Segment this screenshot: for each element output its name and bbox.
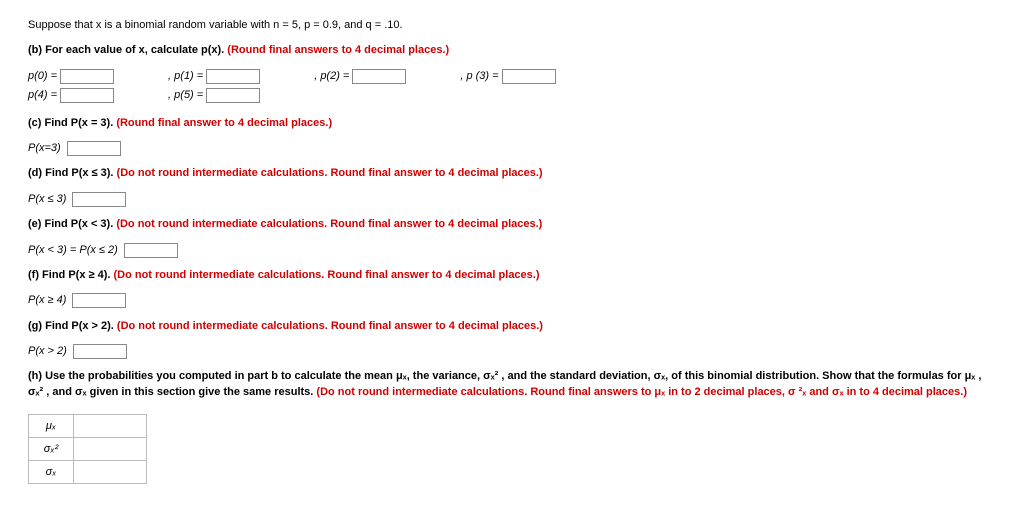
input-c[interactable] [67,141,121,156]
part-d-prompt: (d) Find P(x ≤ 3). (Do not round interme… [28,166,996,181]
table-row: σₓ² [29,438,147,461]
label-var: σₓ² [29,438,74,461]
label-f: P(x ≥ 4) [28,293,66,308]
part-g-rule: (Do not round intermediate calculations.… [117,320,543,332]
part-f-rule: (Do not round intermediate calculations.… [113,269,539,281]
label-p5: , p(5) = [168,88,203,103]
part-g-text: (g) Find P(x > 2). [28,320,117,332]
part-h-rule: (Do not round intermediate calculations.… [316,386,967,398]
part-d-rule: (Do not round intermediate calculations.… [117,167,543,179]
input-e[interactable] [124,243,178,258]
part-h-prompt: (h) Use the probabilities you computed i… [28,369,996,400]
part-f-text: (f) Find P(x ≥ 4). [28,269,113,281]
part-f-prompt: (f) Find P(x ≥ 4). (Do not round interme… [28,268,996,283]
label-p0: p(0) = [28,69,57,84]
part-e-prompt: (e) Find P(x < 3). (Do not round interme… [28,217,996,232]
label-p2: , p(2) = [314,69,349,84]
label-g: P(x > 2) [28,344,67,359]
input-p3[interactable] [502,69,556,84]
input-p5[interactable] [206,88,260,103]
label-p3: , p (3) = [460,69,498,84]
part-e-text: (e) Find P(x < 3). [28,218,116,230]
input-mu-cell[interactable] [74,415,147,438]
part-d-answer: P(x ≤ 3) [28,192,996,207]
part-b-row1: p(0) = , p(1) = , p(2) = , p (3) = [28,69,996,84]
input-g[interactable] [73,344,127,359]
label-p1: , p(1) = [168,69,203,84]
part-b-row2: p(4) = , p(5) = [28,88,996,103]
label-c: P(x=3) [28,141,61,156]
part-e-answer: P(x < 3) = P(x ≤ 2) [28,243,996,258]
part-c-rule: (Round final answer to 4 decimal places.… [116,117,332,129]
problem-intro: Suppose that x is a binomial random vari… [28,18,996,33]
label-e: P(x < 3) = P(x ≤ 2) [28,243,118,258]
input-sd-cell[interactable] [74,461,147,484]
input-p0[interactable] [60,69,114,84]
input-d[interactable] [72,192,126,207]
part-b-prompt: (b) For each value of x, calculate p(x).… [28,43,996,58]
table-row: μₓ [29,415,147,438]
part-c-prompt: (c) Find P(x = 3). (Round final answer t… [28,116,996,131]
input-p2[interactable] [352,69,406,84]
part-b-text: (b) For each value of x, calculate p(x). [28,44,227,56]
input-f[interactable] [72,293,126,308]
part-f-answer: P(x ≥ 4) [28,293,996,308]
part-c-answer: P(x=3) [28,141,996,156]
part-g-prompt: (g) Find P(x > 2). (Do not round interme… [28,319,996,334]
input-p4[interactable] [60,88,114,103]
label-mu: μₓ [29,415,74,438]
part-e-rule: (Do not round intermediate calculations.… [116,218,542,230]
part-g-answer: P(x > 2) [28,344,996,359]
label-p4: p(4) = [28,88,57,103]
part-c-text: (c) Find P(x = 3). [28,117,116,129]
part-b-rule: (Round final answers to 4 decimal places… [227,44,449,56]
input-p1[interactable] [206,69,260,84]
input-var-cell[interactable] [74,438,147,461]
part-d-text: (d) Find P(x ≤ 3). [28,167,117,179]
table-row: σₓ [29,461,147,484]
stats-table: μₓ σₓ² σₓ [28,414,147,484]
label-d: P(x ≤ 3) [28,192,66,207]
label-sd: σₓ [29,461,74,484]
